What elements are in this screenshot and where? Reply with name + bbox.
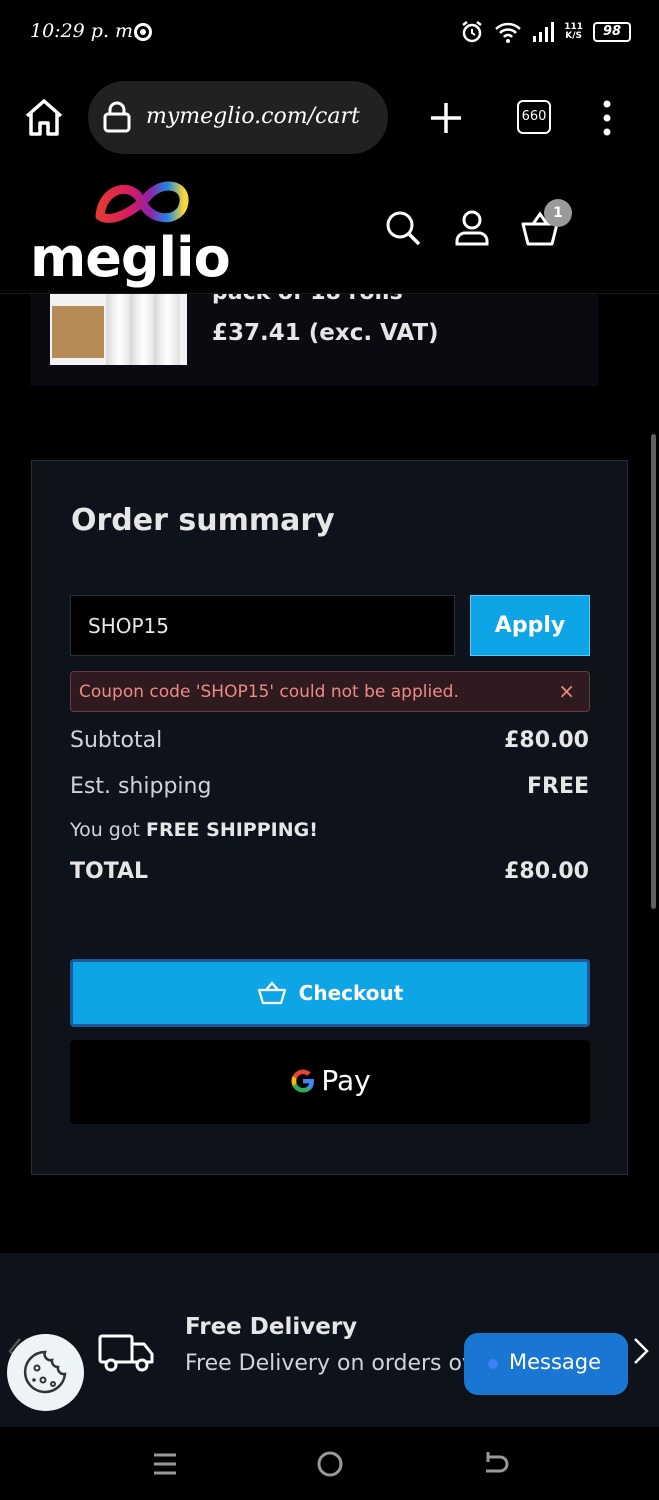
checkout-button-content: Checkout xyxy=(73,981,587,1005)
product-roll-graphic xyxy=(106,294,132,365)
subtotal-label: Subtotal xyxy=(70,728,163,753)
coupon-error-text: Coupon code 'SHOP15' could not be applie… xyxy=(79,682,459,702)
system-navigation-bar xyxy=(0,1427,659,1500)
product-price: £37.41 (exc. VAT) xyxy=(212,320,439,346)
delivery-title: Free Delivery xyxy=(185,1314,358,1340)
account-icon[interactable] xyxy=(452,208,492,248)
total-label: TOTAL xyxy=(70,859,149,884)
message-chat-button[interactable]: Message xyxy=(464,1333,628,1395)
cart-count-badge: 1 xyxy=(544,199,572,227)
google-pay-button-content: Pay xyxy=(70,1064,590,1097)
subtotal-value: £80.00 xyxy=(504,728,589,753)
checkout-label: Checkout xyxy=(298,981,404,1005)
product-box-graphic xyxy=(52,306,104,358)
coupon-error-alert: Coupon code 'SHOP15' could not be applie… xyxy=(70,671,590,712)
free-shipping-note: You got FREE SHIPPING! xyxy=(70,819,318,841)
product-name[interactable]: pack of 18 rolls xyxy=(212,294,403,305)
site-header: meglio xyxy=(0,170,659,294)
battery-icon: 98 xyxy=(593,22,631,42)
page-scrollbar[interactable] xyxy=(651,434,656,909)
lock-icon xyxy=(103,101,131,133)
cookie-settings-button[interactable] xyxy=(7,1334,84,1411)
delivery-text: Free Delivery on orders over xyxy=(185,1351,465,1376)
network-speed: 111 K/S xyxy=(564,22,583,41)
truck-icon xyxy=(98,1334,154,1372)
tab-switcher-button[interactable]: 660 xyxy=(517,100,551,134)
online-dot-icon xyxy=(488,1359,498,1369)
signal-icon xyxy=(533,22,555,42)
message-label: Message xyxy=(509,1350,602,1374)
product-roll-graphic xyxy=(130,294,156,365)
cookie-icon xyxy=(23,1350,67,1394)
shipping-label: Est. shipping xyxy=(70,774,212,799)
google-pay-label: Pay xyxy=(321,1064,371,1097)
free-shipping-note-prefix: You got xyxy=(70,819,146,841)
recent-apps-icon[interactable] xyxy=(150,1449,180,1479)
coupon-input[interactable] xyxy=(70,595,455,656)
meglio-logo[interactable]: meglio xyxy=(30,178,231,289)
more-menu-icon[interactable] xyxy=(596,98,618,138)
google-g-icon xyxy=(291,1069,315,1092)
free-shipping-note-bold: FREE SHIPPING! xyxy=(145,819,318,841)
shipping-value: FREE xyxy=(526,774,589,799)
chevron-right-icon[interactable] xyxy=(630,1336,652,1366)
product-roll-graphic xyxy=(154,294,180,365)
status-bar: 10:29 p. m. 111 K/S 98 xyxy=(0,0,659,66)
logo-mark-icon xyxy=(95,181,189,223)
apply-coupon-button[interactable]: Apply xyxy=(470,595,590,656)
new-tab-icon[interactable] xyxy=(428,100,464,136)
chrome-notification-icon xyxy=(134,23,152,41)
cart-item: pack of 18 rolls £37.41 (exc. VAT) xyxy=(30,294,598,386)
logo-wordmark: meglio xyxy=(30,226,231,289)
close-icon[interactable]: × xyxy=(558,679,575,703)
status-time: 10:29 p. m. xyxy=(30,20,140,42)
basket-icon xyxy=(257,981,286,1005)
order-summary-title: Order summary xyxy=(71,503,335,538)
search-icon[interactable] xyxy=(383,208,423,248)
total-value: £80.00 xyxy=(504,859,589,884)
checkout-button[interactable]: Checkout xyxy=(70,959,590,1027)
url-text: mymeglio.com/cart xyxy=(146,104,360,129)
product-image[interactable] xyxy=(50,294,187,365)
home-icon[interactable] xyxy=(22,96,66,140)
back-icon[interactable] xyxy=(480,1449,510,1479)
status-indicators: 111 K/S 98 xyxy=(460,20,631,44)
home-circle-icon[interactable] xyxy=(315,1449,345,1479)
wifi-icon xyxy=(495,22,522,43)
address-bar[interactable]: mymeglio.com/cart xyxy=(88,81,388,154)
google-pay-button[interactable]: Pay xyxy=(70,1040,590,1124)
browser-toolbar: mymeglio.com/cart 660 xyxy=(0,66,659,170)
alarm-icon xyxy=(462,21,482,43)
order-summary-card: Order summary Apply Coupon code 'SHOP15'… xyxy=(31,460,628,1175)
